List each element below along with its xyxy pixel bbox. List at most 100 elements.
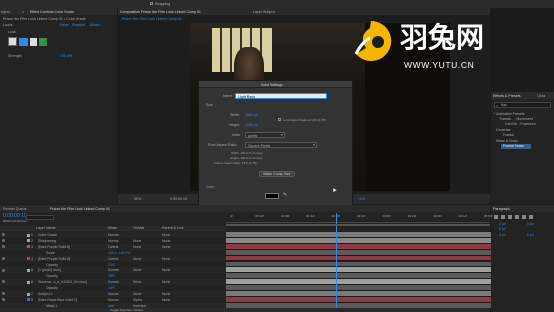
tab-composition[interactable]: Composition Prison the Film Look Linked … xyxy=(120,10,201,14)
space-after-value[interactable]: 0 px xyxy=(527,233,534,237)
label-color-swatch[interactable] xyxy=(27,298,30,302)
visibility-eye-icon[interactable] xyxy=(2,233,5,237)
viewer-subtab[interactable]: Prison the Film Look Linked Comp 01 xyxy=(122,17,182,21)
layer-mode[interactable]: Overla xyxy=(108,257,118,261)
property-name[interactable]: Scale xyxy=(46,251,55,255)
width-value[interactable]: 3840 px xyxy=(245,113,257,117)
timeline-search-input[interactable] xyxy=(26,215,54,220)
first-line-value[interactable]: 0 px xyxy=(499,227,506,231)
look-thumbnails[interactable] xyxy=(8,37,48,46)
layer-trkmat[interactable]: None xyxy=(133,239,141,243)
tree-item[interactable]: Card W... Fractured xyxy=(505,122,536,126)
layer-trkmat[interactable]: None xyxy=(133,292,141,296)
visibility-eye-icon[interactable] xyxy=(2,298,5,302)
make-comp-size-button[interactable]: Make Comp Size xyxy=(259,171,295,177)
par-select[interactable]: Square Pixels ▾ xyxy=(245,142,317,148)
name-input[interactable]: Light Rays xyxy=(235,93,327,99)
label-color-swatch[interactable] xyxy=(27,257,30,261)
label-color-swatch[interactable] xyxy=(27,280,30,284)
tree-item[interactable]: Generate xyxy=(496,128,511,132)
lock-aspect-checkbox[interactable] xyxy=(278,118,281,121)
layer-parent[interactable]: None xyxy=(162,257,170,261)
viewer-timecode[interactable]: 0:00:00:10 xyxy=(170,197,187,201)
visibility-eye-icon[interactable] xyxy=(2,292,5,296)
property-value[interactable]: 15% xyxy=(108,286,115,290)
layer-parent[interactable]: None xyxy=(162,298,170,302)
playhead[interactable] xyxy=(336,213,337,309)
visibility-eye-icon[interactable] xyxy=(2,280,5,284)
look-thumb-icon[interactable] xyxy=(30,38,37,46)
layer-mode[interactable]: Screen xyxy=(108,268,119,272)
layer-mode[interactable]: Norma xyxy=(108,298,119,302)
height-value[interactable]: 2160 px xyxy=(245,123,257,127)
reset-link[interactable]: Reset xyxy=(60,23,69,27)
about-link[interactable]: About... xyxy=(90,23,102,27)
tree-item[interactable]: Transiti... - Movement xyxy=(499,117,533,121)
tab-effects-presets[interactable]: Effects & Presets xyxy=(493,94,521,98)
property-value[interactable]: 15% xyxy=(108,274,115,278)
layer-parent[interactable]: None xyxy=(162,268,170,272)
tab-paragraph[interactable]: Paragraph xyxy=(493,207,510,211)
snapping-checkbox[interactable] xyxy=(150,2,153,5)
layer-name[interactable]: [Dark Purple Solid 8] xyxy=(38,257,70,261)
indent-right-value[interactable]: 0 px xyxy=(527,222,534,226)
tab-render-queue[interactable]: Render Queue xyxy=(3,207,27,211)
layer-parent[interactable]: None xyxy=(162,280,170,284)
close-icon[interactable]: × xyxy=(22,10,24,14)
space-before-value[interactable]: 0 px xyxy=(499,233,506,237)
property-name[interactable]: Opacity xyxy=(46,274,58,278)
toggle-switches-modes[interactable]: Toggle Switches / Modes xyxy=(110,308,143,312)
visibility-eye-icon[interactable] xyxy=(2,244,5,248)
visibility-eye-icon[interactable] xyxy=(2,268,5,272)
layer-parent[interactable]: None xyxy=(162,233,170,237)
layer-name[interactable]: Color Grade xyxy=(38,233,57,237)
color-swatch[interactable] xyxy=(265,193,279,199)
tree-item[interactable]: * Animation Presets xyxy=(494,112,525,116)
visibility-eye-icon[interactable] xyxy=(2,239,5,243)
zoom-dropdown[interactable]: 50% xyxy=(134,197,141,201)
fx-looks-label[interactable]: Looks xyxy=(3,23,13,27)
work-area-bar[interactable] xyxy=(226,224,490,226)
tab-layer[interactable]: Layer Subject xyxy=(253,10,275,14)
eyedropper-icon[interactable]: ✎ xyxy=(283,192,287,198)
layer-trkmat[interactable]: Alpha xyxy=(133,298,142,302)
property-value[interactable]: 20% xyxy=(108,263,115,267)
layer-trkmat[interactable]: None xyxy=(133,268,141,272)
label-color-swatch[interactable] xyxy=(27,239,30,243)
layer-mode[interactable]: Screen xyxy=(108,280,119,284)
layer-trkmat[interactable]: None xyxy=(133,257,141,261)
tree-item[interactable]: Fractal xyxy=(503,133,514,137)
tree-item[interactable]: Noise & Grain xyxy=(496,139,518,143)
property-name[interactable]: Opacity xyxy=(46,286,58,290)
label-color-swatch[interactable] xyxy=(27,268,30,272)
layer-mode[interactable]: Norma xyxy=(108,239,119,243)
label-color-swatch[interactable] xyxy=(27,233,30,237)
exposure-value[interactable]: +0.0 xyxy=(358,197,365,201)
layer-name[interactable]: Subject 2 xyxy=(38,292,53,296)
align-buttons[interactable] xyxy=(494,215,534,219)
layer-name[interactable]: [1 (part2).mov] xyxy=(38,268,61,272)
look-thumb-icon[interactable] xyxy=(8,37,17,46)
visibility-eye-icon[interactable] xyxy=(2,256,5,260)
tree-item-selected[interactable]: Fractal Noise xyxy=(501,143,531,149)
register-link[interactable]: Register xyxy=(72,23,85,27)
layer-mode[interactable]: Norma xyxy=(108,292,119,296)
layer-parent[interactable]: None xyxy=(162,292,170,296)
tab-timeline-comp[interactable]: Prison the Film Look Linked Comp 01 xyxy=(50,207,110,211)
label-color-swatch[interactable] xyxy=(27,245,30,249)
layer-name[interactable]: Sharpening xyxy=(38,239,56,243)
layer-parent[interactable]: None xyxy=(162,245,170,249)
layer-parent[interactable]: None xyxy=(162,239,170,243)
layer-name[interactable]: Slovena...c_a_0.DON_Ch.mov] xyxy=(38,280,87,284)
layer-trkmat[interactable]: None xyxy=(133,280,141,284)
strength-value[interactable]: 100.0% xyxy=(60,54,72,58)
units-select[interactable]: pixels ▾ xyxy=(245,132,285,138)
layer-trkmat[interactable]: None xyxy=(133,245,141,249)
layer-name[interactable]: [Dark Purple Solid 8] xyxy=(38,245,70,249)
effects-search-input[interactable]: ⌕ frac xyxy=(494,102,551,108)
tab-libraries[interactable]: Libra xyxy=(537,94,545,98)
layer-mode[interactable]: Norma xyxy=(108,233,119,237)
indent-left-value[interactable]: 0 px xyxy=(499,222,506,226)
layer-mode[interactable]: Overla xyxy=(108,245,118,249)
label-color-swatch[interactable] xyxy=(27,292,30,296)
